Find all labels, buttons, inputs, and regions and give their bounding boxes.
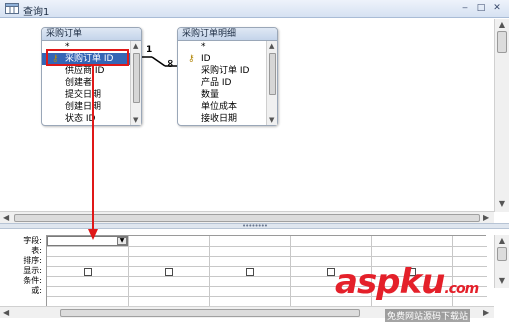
field-item[interactable]: 提交日期 bbox=[42, 89, 130, 101]
field-item-selected[interactable]: ⚷ 采购订单 ID bbox=[42, 53, 130, 65]
row-label-criteria: 条件: bbox=[23, 276, 42, 285]
field-item[interactable]: 创建日期 bbox=[42, 101, 130, 113]
field-cell-active[interactable] bbox=[47, 236, 128, 246]
grid-row-labels: 字段: 表: 排序: 显示: 条件: 或: bbox=[0, 236, 44, 296]
table-title[interactable]: 采购订单明细 bbox=[178, 28, 277, 41]
query-icon bbox=[5, 3, 19, 14]
table-title[interactable]: 采购订单 bbox=[42, 28, 141, 41]
minimize-button[interactable]: ‒ bbox=[458, 2, 472, 15]
table-purchase-orders[interactable]: 采购订单 * ⚷ 采购订单 ID 供应商 ID 创建者 提交日期 创建日期 状态… bbox=[41, 27, 142, 126]
row-label-show: 显示: bbox=[23, 266, 42, 275]
field-item[interactable]: * bbox=[178, 41, 266, 53]
window-title: 查询1 bbox=[23, 7, 50, 18]
scroll-down-icon[interactable]: ▼ bbox=[498, 200, 506, 208]
close-button[interactable]: ✕ bbox=[490, 2, 504, 15]
scroll-thumb[interactable] bbox=[14, 214, 480, 222]
field-item[interactable]: 状态 ID bbox=[42, 113, 130, 125]
scroll-thumb[interactable] bbox=[60, 309, 360, 317]
scroll-right-icon[interactable]: ▶ bbox=[483, 213, 489, 222]
grid-column-divider bbox=[128, 236, 129, 313]
row-label-field: 字段: bbox=[23, 236, 42, 245]
show-checkbox[interactable] bbox=[246, 268, 254, 276]
grid-row-divider bbox=[47, 256, 487, 257]
primary-key-icon: ⚷ bbox=[52, 54, 59, 64]
show-checkbox[interactable] bbox=[165, 268, 173, 276]
watermark-caption: 免费网站源码下载站 bbox=[385, 309, 471, 322]
maximize-button[interactable]: □ bbox=[474, 2, 488, 15]
primary-key-icon: ⚷ bbox=[188, 54, 195, 64]
field-list: * ⚷ 采购订单 ID 供应商 ID 创建者 提交日期 创建日期 状态 ID bbox=[42, 41, 130, 125]
scroll-down-icon[interactable]: ▼ bbox=[133, 116, 138, 124]
window-title-bar: 查询1 ‒ □ ✕ bbox=[0, 0, 509, 18]
scroll-up-icon[interactable]: ▲ bbox=[498, 21, 506, 29]
scroll-up-icon[interactable]: ▲ bbox=[498, 237, 506, 245]
show-checkbox[interactable] bbox=[84, 268, 92, 276]
row-label-or: 或: bbox=[31, 286, 42, 295]
field-list: * ⚷ ID 采购订单 ID 产品 ID 数量 单位成本 接收日期 bbox=[178, 41, 266, 125]
watermark-text: aspku.com bbox=[335, 262, 479, 302]
row-label-sort: 排序: bbox=[23, 256, 42, 265]
field-list-scrollbar[interactable]: ▲ ▼ bbox=[266, 41, 277, 125]
scroll-thumb[interactable] bbox=[133, 53, 140, 103]
relationship-many-label: ∞ bbox=[164, 58, 178, 69]
field-item[interactable]: ⚷ ID bbox=[178, 53, 266, 65]
field-item[interactable]: 单位成本 bbox=[178, 101, 266, 113]
scroll-left-icon[interactable]: ◀ bbox=[3, 308, 9, 317]
scroll-left-icon[interactable]: ◀ bbox=[3, 213, 9, 222]
design-pane-vertical-scrollbar[interactable]: ▲ ▼ bbox=[494, 19, 509, 212]
relationship-one-label: 1 bbox=[146, 45, 153, 55]
show-checkbox[interactable] bbox=[327, 268, 335, 276]
chevron-down-icon[interactable]: ▼ bbox=[117, 237, 127, 245]
grid-column-divider bbox=[290, 236, 291, 313]
row-label-table: 表: bbox=[31, 246, 42, 255]
field-item[interactable]: 数量 bbox=[178, 89, 266, 101]
scroll-up-icon[interactable]: ▲ bbox=[133, 42, 138, 50]
field-list-scrollbar[interactable]: ▲ ▼ bbox=[130, 41, 141, 125]
table-purchase-order-details[interactable]: 采购订单明细 * ⚷ ID 采购订单 ID 产品 ID 数量 单位成本 接收日期… bbox=[177, 27, 278, 126]
field-item[interactable]: * bbox=[42, 41, 130, 53]
field-item[interactable]: 供应商 ID bbox=[42, 65, 130, 77]
scroll-thumb[interactable] bbox=[269, 53, 276, 95]
grid-row-divider bbox=[47, 246, 487, 247]
grid-column-divider bbox=[209, 236, 210, 313]
field-item[interactable]: 产品 ID bbox=[178, 77, 266, 89]
field-item[interactable]: 接收日期 bbox=[178, 113, 266, 125]
field-item[interactable]: 采购订单 ID bbox=[178, 65, 266, 77]
scroll-down-icon[interactable]: ▼ bbox=[269, 116, 274, 124]
watermark-logo: aspku.com 免费网站源码下载站 bbox=[335, 262, 505, 322]
scroll-thumb[interactable] bbox=[497, 31, 507, 53]
scroll-up-icon[interactable]: ▲ bbox=[269, 42, 274, 50]
scroll-thumb[interactable] bbox=[497, 247, 507, 261]
field-item[interactable]: 创建者 bbox=[42, 77, 130, 89]
